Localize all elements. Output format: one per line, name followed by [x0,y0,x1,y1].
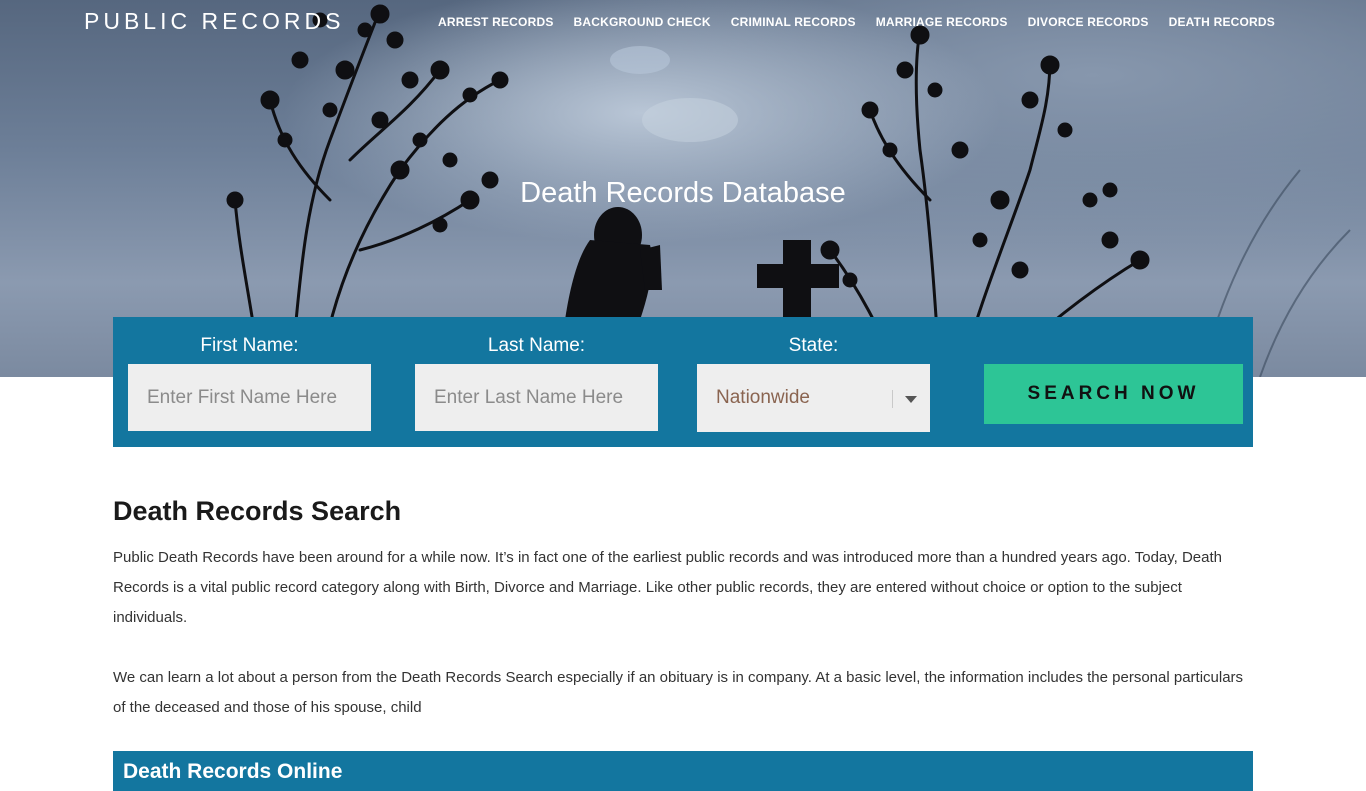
nav-background-check[interactable]: BACKGROUND CHECK [574,15,711,29]
hero-title: Death Records Database [520,177,846,209]
state-select-value: Nationwide [716,387,810,408]
state-select[interactable]: Nationwide [697,364,930,432]
intro-paragraph: Public Death Records have been around fo… [113,549,1223,626]
nav-death-records[interactable]: DEATH RECORDS [1169,15,1275,29]
main-nav: ARREST RECORDS BACKGROUND CHECK CRIMINAL… [438,15,1275,29]
last-name-label: Last Name: [487,335,586,356]
nav-arrest-records[interactable]: ARREST RECORDS [438,15,553,29]
first-name-label: First Name: [200,335,299,356]
section-banner: Death Records Online [113,751,1253,791]
nav-marriage-records[interactable]: MARRIAGE RECORDS [876,15,1008,29]
state-label: State: [788,335,839,356]
section-banner-title: Death Records Online [123,760,343,783]
search-now-button[interactable]: SEARCH NOW [984,364,1243,424]
chevron-down-icon [905,396,917,403]
main-content: Death Records Search Public Death Record… [113,496,1253,723]
select-divider [892,390,893,408]
first-name-input[interactable]: Enter First Name Here [128,364,371,431]
search-panel: First Name: Enter First Name Here Last N… [113,317,1253,447]
section-heading: Death Records Search [113,496,402,526]
nav-criminal-records[interactable]: CRIMINAL RECORDS [731,15,856,29]
last-name-input[interactable]: Enter Last Name Here [415,364,658,431]
nav-divorce-records[interactable]: DIVORCE RECORDS [1028,15,1149,29]
second-paragraph: We can learn a lot about a person from t… [113,669,1244,716]
site-logo[interactable]: PUBLIC RECORDS [84,8,344,35]
